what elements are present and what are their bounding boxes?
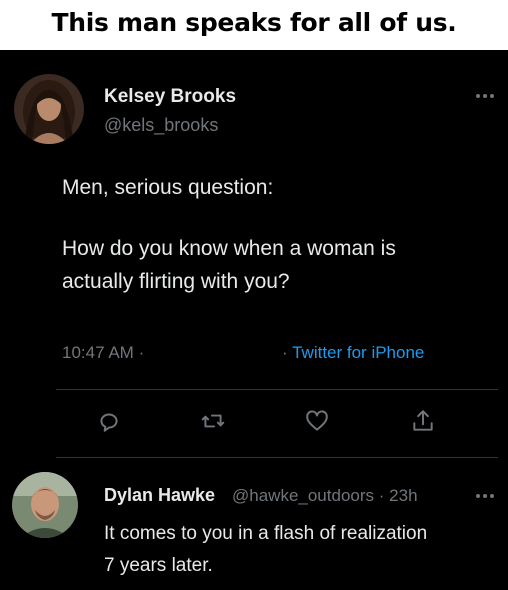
meta-separator: · [138,343,145,362]
share-icon[interactable] [410,408,436,434]
tweet-source[interactable]: · Twitter for iPhone [282,342,424,364]
tweet-time[interactable]: 10:47 AM [62,343,134,362]
dylan-avatar[interactable] [12,472,78,538]
avatar-photo [12,472,78,538]
meta-separator: · [282,343,288,362]
tweet-divider [56,389,498,390]
meme-title: This man speaks for all of us. [51,8,457,37]
actions-divider [56,457,498,458]
tweet-text-line: Men, serious question: [62,176,274,199]
reply-icon[interactable] [96,408,122,434]
tweet-source-link[interactable]: Twitter for iPhone [292,343,424,362]
kelsey-avatar[interactable] [14,74,84,144]
tweet-timestamp[interactable]: 10:47 AM · [62,342,144,364]
reply-text-line: 7 years later. [104,555,213,576]
tweet-author-name[interactable]: Kelsey Brooks [104,86,236,108]
reply-author-handle[interactable]: @hawke_outdoors [232,486,374,505]
tweet-text-line: How do you know when a woman is [62,237,396,260]
meta-separator: · [378,486,385,505]
reply-meta: @hawke_outdoors · 23h [232,485,418,507]
reply-text-line: It comes to you in a flash of realizatio… [104,523,428,544]
meme-screenshot: This man speaks for all of us. Kelsey Br… [0,0,508,590]
tweet-text-line: actually flirting with you? [62,270,290,293]
reply-time[interactable]: 23h [389,486,417,505]
meme-caption-banner: This man speaks for all of us. [0,0,508,50]
more-horizontal-icon[interactable] [474,488,496,498]
avatar-photo [14,74,84,144]
more-horizontal-icon[interactable] [474,88,496,98]
retweet-icon[interactable] [200,408,226,434]
reply-author-name[interactable]: Dylan Hawke [104,484,215,506]
tweet-author-handle[interactable]: @kels_brooks [104,114,218,136]
heart-icon[interactable] [304,408,330,434]
